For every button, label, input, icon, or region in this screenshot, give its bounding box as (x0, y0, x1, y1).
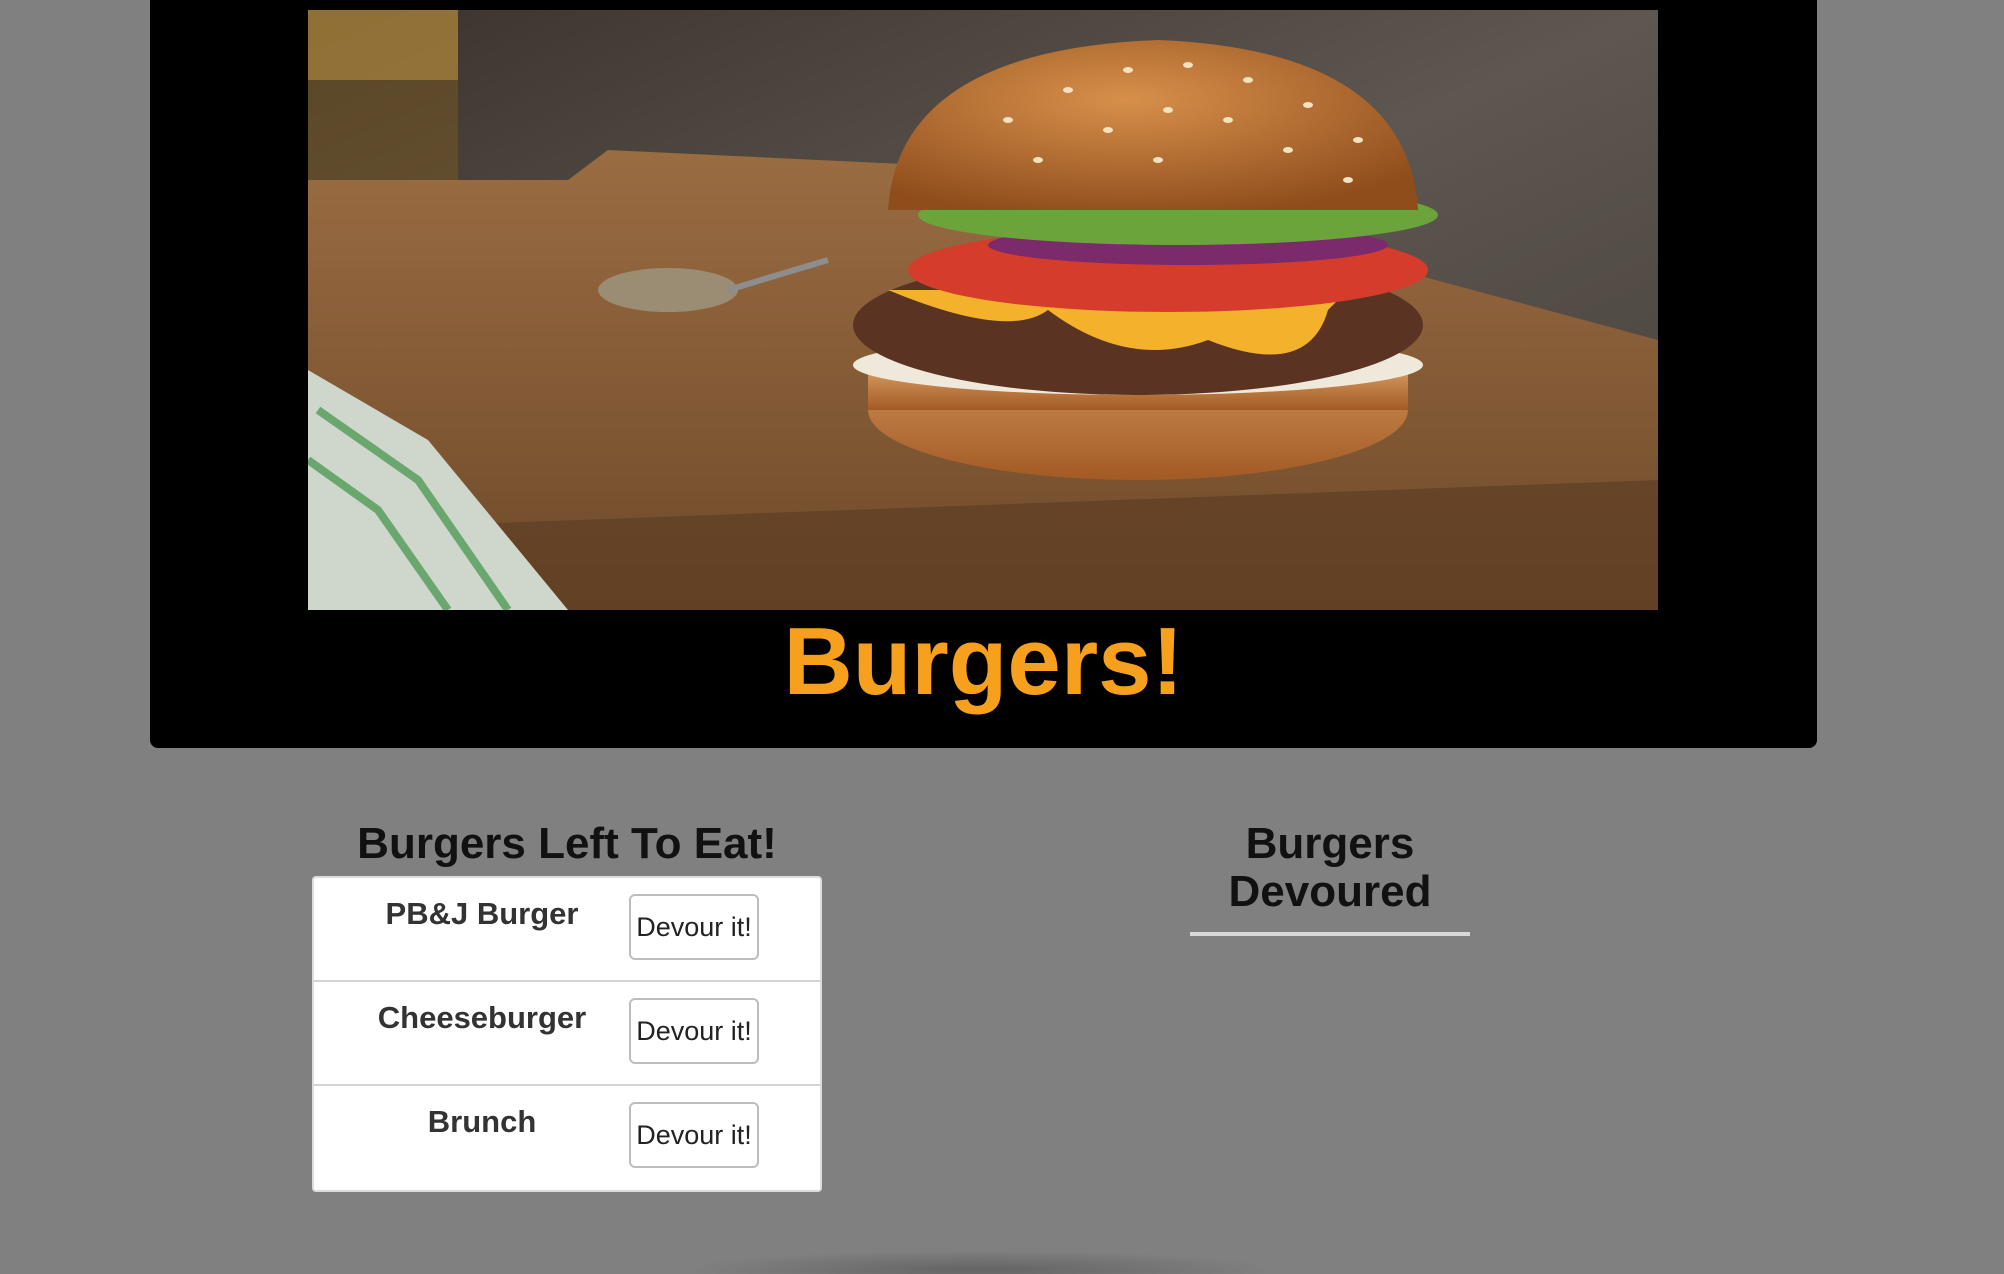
devour-button[interactable]: Devour it! (629, 998, 759, 1064)
burgers-to-eat-heading: Burgers Left To Eat! (357, 819, 777, 868)
hero-image (308, 10, 1658, 610)
list-item: PB&J Burger Devour it! (314, 878, 820, 982)
burgers-to-eat-section: Burgers Left To Eat! PB&J Burger Devour … (312, 820, 822, 1192)
devour-button[interactable]: Devour it! (629, 1102, 759, 1168)
jumbotron: Burgers! (150, 0, 1817, 748)
burger-photo-illustration (308, 10, 1658, 610)
devour-button[interactable]: Devour it! (629, 894, 759, 960)
page-title: Burgers! (783, 608, 1184, 715)
burgers-devoured-section: Burgers Devoured (1160, 820, 1500, 936)
burgers-to-eat-list: PB&J Burger Devour it! Cheeseburger Devo… (312, 876, 822, 1192)
heading-line-1: Burgers (1245, 819, 1415, 868)
page: Burgers! Burgers Left To Eat! PB&J Burge… (0, 0, 2004, 1274)
shadow-decoration (680, 1250, 1280, 1274)
burger-name: Cheeseburger (377, 1000, 587, 1035)
burger-name: Brunch (427, 1104, 537, 1139)
burgers-devoured-heading: Burgers Devoured (1190, 820, 1470, 936)
heading-line-2: Devoured (1228, 867, 1432, 916)
burger-name: PB&J Burger (385, 896, 579, 931)
list-item: Cheeseburger Devour it! (314, 982, 820, 1086)
list-item: Brunch Devour it! (314, 1086, 820, 1190)
